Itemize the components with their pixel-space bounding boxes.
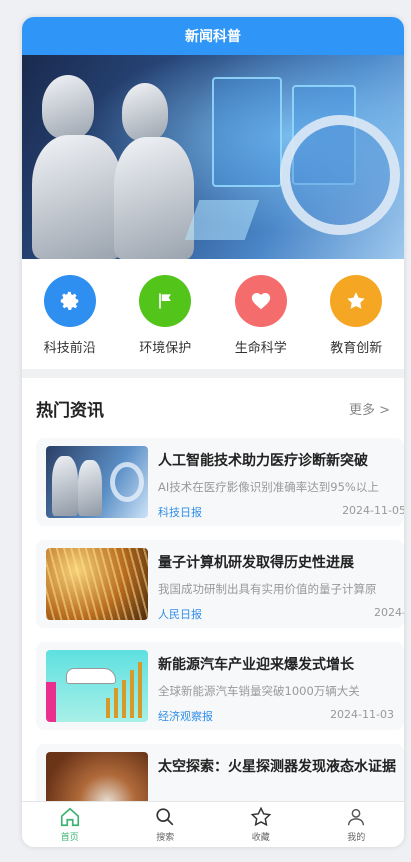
news-title: 量子计算机研发取得历史性进展 — [158, 555, 354, 571]
news-item[interactable]: 量子计算机研发取得历史性进展 我国成功研制出具有实用价值的量子计算原 人民日报 … — [36, 540, 404, 628]
news-summary: 我国成功研制出具有实用价值的量子计算原 — [158, 582, 377, 596]
star-icon — [330, 275, 383, 327]
news-thumbnail — [46, 446, 148, 518]
news-item[interactable]: 新能源汽车产业迎来爆发式增长 全球新能源汽车销量突破1000万辆大关 经济观察报… — [36, 642, 404, 730]
news-title: 新能源汽车产业迎来爆发式增长 — [158, 657, 354, 673]
news-thumbnail — [46, 650, 148, 722]
bottom-tab-bar: 首页 搜索 收藏 我的 — [22, 801, 404, 847]
phone-frame: 新闻科普 科技前沿 环境保护 生命科学 教育创新 热门资讯 更多 > 人工智能技… — [22, 17, 404, 847]
flag-icon — [139, 275, 192, 327]
hot-news-section: 热门资讯 更多 > 人工智能技术助力医疗诊断新突破 AI技术在医疗影像识别准确率… — [22, 378, 404, 830]
gear-icon — [43, 275, 96, 327]
banner-image[interactable] — [22, 55, 404, 259]
news-date: 2024-11-05 — [342, 504, 404, 517]
section-title: 热门资讯 — [36, 400, 104, 421]
news-title: 太空探索：火星探测器发现液态水证据 — [158, 759, 396, 775]
category-tech[interactable]: 科技前沿 — [30, 275, 110, 369]
category-education[interactable]: 教育创新 — [316, 275, 396, 369]
tab-search[interactable]: 搜索 — [118, 802, 214, 847]
search-icon — [156, 808, 174, 826]
more-link[interactable]: 更多 > — [349, 399, 390, 418]
category-environment[interactable]: 环境保护 — [125, 275, 205, 369]
category-label: 环境保护 — [139, 341, 192, 356]
news-item[interactable]: 人工智能技术助力医疗诊断新突破 AI技术在医疗影像识别准确率达到95%以上 科技… — [36, 438, 404, 526]
app-header: 新闻科普 — [22, 17, 404, 55]
category-label: 教育创新 — [330, 341, 383, 356]
category-label: 科技前沿 — [43, 341, 96, 356]
tab-profile[interactable]: 我的 — [309, 802, 405, 847]
news-source: 科技日报 — [158, 506, 202, 518]
heart-icon — [234, 275, 287, 327]
news-thumbnail — [46, 548, 148, 620]
tab-home[interactable]: 首页 — [22, 802, 118, 847]
tab-label: 收藏 — [251, 833, 270, 843]
category-label: 生命科学 — [234, 341, 287, 356]
news-date: 2024- — [374, 606, 404, 619]
page-title: 新闻科普 — [185, 29, 241, 45]
news-summary: 全球新能源汽车销量突破1000万辆大关 — [158, 684, 360, 698]
news-source: 经济观察报 — [158, 710, 213, 722]
news-title: 人工智能技术助力医疗诊断新突破 — [158, 453, 368, 469]
news-date: 2024-11-03 — [330, 708, 394, 721]
category-life-science[interactable]: 生命科学 — [221, 275, 301, 369]
news-source: 人民日报 — [158, 608, 202, 620]
news-summary: AI技术在医疗影像识别准确率达到95%以上 — [158, 480, 379, 494]
tab-label: 搜索 — [156, 833, 175, 843]
star-outline-icon — [250, 806, 272, 827]
tab-favorites[interactable]: 收藏 — [213, 802, 309, 847]
tab-label: 首页 — [60, 833, 79, 843]
category-nav: 科技前沿 环境保护 生命科学 教育创新 — [22, 259, 404, 369]
user-icon — [348, 808, 365, 826]
home-icon — [60, 807, 79, 827]
tab-label: 我的 — [347, 833, 366, 843]
